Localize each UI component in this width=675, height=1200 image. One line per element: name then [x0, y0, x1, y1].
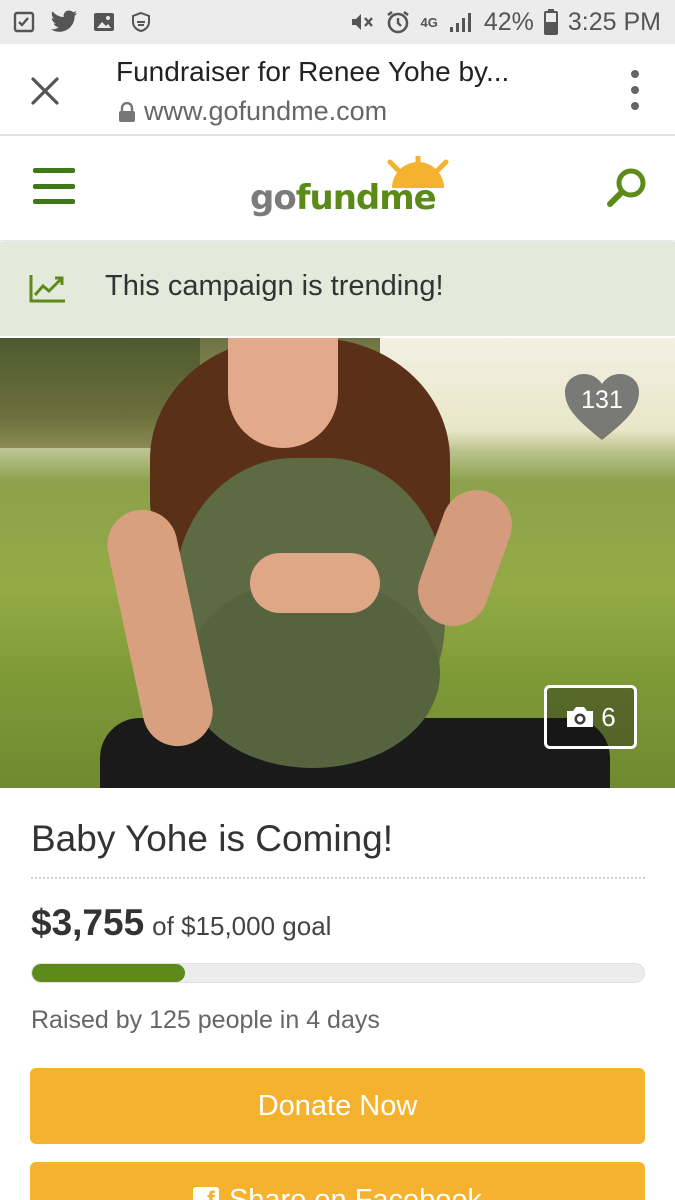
share-on-facebook-label: Share on Facebook	[228, 1183, 483, 1200]
facebook-icon: f	[192, 1187, 219, 1200]
camera-icon	[567, 707, 594, 727]
logo-fundme-text: fundme	[295, 178, 437, 218]
search-icon	[607, 168, 646, 207]
donate-now-label: Donate Now	[257, 1089, 418, 1122]
photo-figure-face	[228, 338, 338, 448]
close-icon	[31, 77, 59, 105]
amount-summary: $3,755 of $15,000 goal	[31, 902, 331, 944]
share-on-facebook-button[interactable]: f Share on Facebook	[30, 1162, 645, 1200]
raised-by-text: Raised by 125 people in 4 days	[31, 1006, 380, 1034]
amount-raised: $3,755	[31, 902, 145, 943]
progress-bar-fill	[32, 964, 185, 982]
photo-count: 6	[601, 701, 616, 732]
twitter-icon	[51, 10, 77, 32]
hamburger-menu-button[interactable]	[33, 168, 75, 204]
network-type-label: 4G	[420, 14, 438, 30]
battery-icon	[543, 9, 558, 35]
browser-toolbar: Fundraiser for Renee Yohe by... www.gofu…	[0, 44, 675, 136]
campaign-title: Baby Yohe is Coming!	[31, 818, 394, 859]
site-header: gofundme	[0, 138, 675, 240]
menu-bar-icon	[33, 168, 75, 173]
shield-icon	[132, 11, 150, 33]
trending-chart-icon	[29, 275, 65, 303]
menu-bar-icon	[33, 199, 75, 204]
menu-dot-icon	[631, 86, 639, 94]
trending-text: This campaign is trending!	[105, 270, 444, 302]
logo-go-text: go	[250, 178, 297, 218]
battery-percent: 42%	[483, 7, 534, 36]
donate-now-button[interactable]: Donate Now	[30, 1068, 645, 1144]
search-button[interactable]	[605, 166, 649, 210]
photo-gallery-button[interactable]: 6	[544, 685, 637, 749]
gallery-icon	[94, 13, 114, 31]
page-title: Fundraiser for Renee Yohe by...	[116, 56, 510, 87]
goal-text: of $15,000 goal	[152, 911, 332, 941]
close-tab-button[interactable]	[18, 64, 72, 118]
menu-bar-icon	[33, 183, 75, 189]
url-bar[interactable]: www.gofundme.com	[118, 96, 387, 127]
progress-bar	[31, 963, 645, 983]
divider	[31, 877, 645, 879]
photo-figure-hand	[250, 553, 380, 613]
heart-likes-button[interactable]: 131	[563, 372, 641, 442]
trending-banner: This campaign is trending!	[0, 242, 675, 336]
logo-wordmark: gofundme	[250, 178, 437, 218]
alarm-icon	[386, 10, 409, 34]
status-bar: 4G 42% 3:25 PM	[0, 0, 675, 44]
mute-icon	[351, 14, 373, 30]
menu-dot-icon	[631, 102, 639, 110]
likes-count: 131	[581, 386, 623, 414]
gofundme-logo[interactable]: gofundme	[250, 156, 460, 224]
signal-icon	[449, 13, 471, 32]
checklist-icon	[13, 11, 35, 33]
lock-icon	[119, 101, 135, 122]
overflow-menu-button[interactable]	[625, 70, 645, 110]
url-text: www.gofundme.com	[144, 96, 388, 126]
status-left-icons	[12, 10, 152, 34]
status-right: 4G 42% 3:25 PM	[349, 7, 661, 37]
clock: 3:25 PM	[567, 7, 661, 36]
menu-dot-icon	[631, 70, 639, 78]
